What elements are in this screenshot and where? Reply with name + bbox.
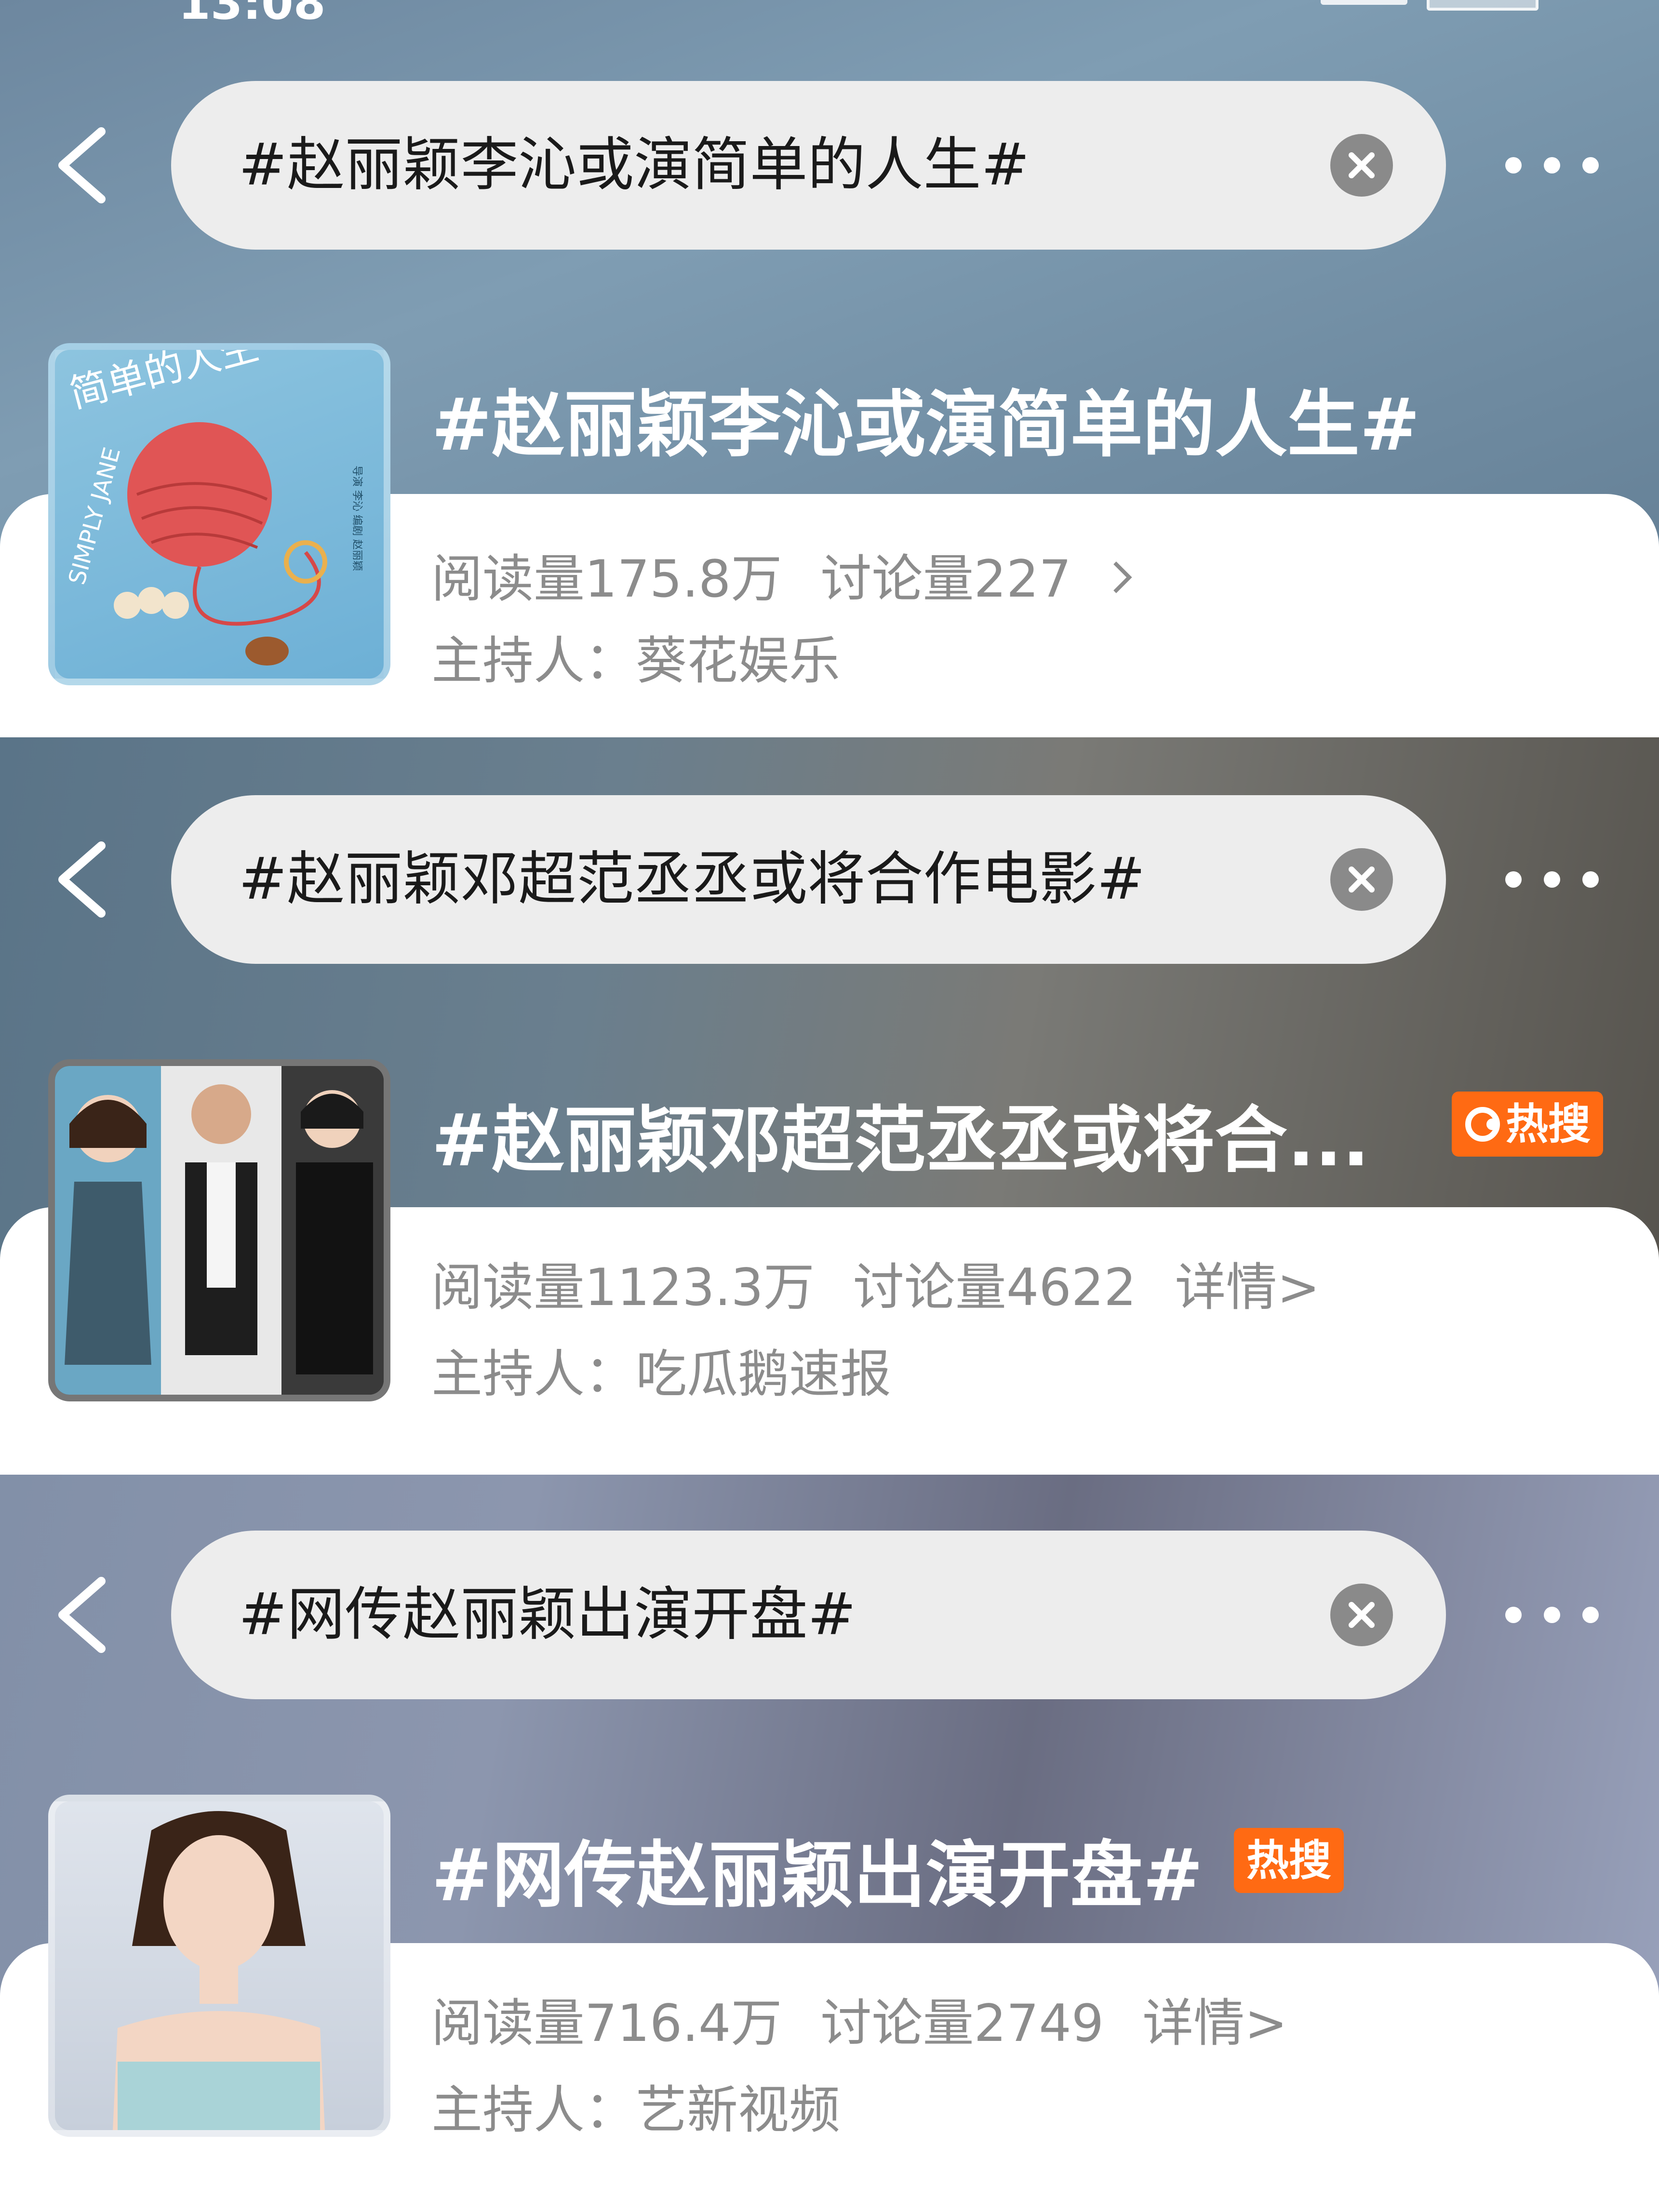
status-bar: 13:08: [0, 0, 1659, 30]
chevron-right-icon[interactable]: [1110, 558, 1134, 597]
discuss-count: 讨论量2749: [820, 1994, 1104, 2053]
detail-link[interactable]: 详情>: [1175, 1258, 1320, 1317]
more-icon[interactable]: [1504, 1605, 1600, 1625]
hot-badge-label: 热搜: [1246, 1836, 1332, 1885]
more-icon[interactable]: [1504, 870, 1600, 889]
topic-host: 主持人：葵花娱乐: [431, 631, 840, 691]
topic-screen-3: #网传赵丽颖出演开盘# #网传赵丽颖出演开盘# 热搜 阅读量716.4万 讨论量2…: [0, 1475, 1659, 2212]
hot-search-badge: 热搜: [1234, 1828, 1344, 1893]
celebrity-photo: [55, 1066, 384, 1395]
search-input[interactable]: #网传赵丽颖出演开盘#: [171, 1531, 1446, 1699]
section-divider: [0, 1463, 1659, 1475]
hot-search-badge: 热搜: [1452, 1092, 1604, 1157]
topic-screen-2: #赵丽颖邓超范丞丞或将合作电影# #赵丽颖邓超范丞丞或将合... 热搜 阅读量1…: [0, 737, 1659, 1475]
read-count: 阅读量175.8万: [431, 549, 782, 609]
celebrity-photo: [113, 1811, 325, 2130]
topic-screen-1: 13:08 #赵丽颖李沁或演简单的人生# #赵丽颖李沁或演简单的人生# 阅读量1…: [0, 0, 1659, 737]
topic-stats: 阅读量1123.3万 讨论量4622 详情>: [431, 1246, 1359, 1320]
topic-host: 主持人：吃瓜鹅速报: [431, 1345, 891, 1404]
clear-icon[interactable]: [1330, 848, 1393, 911]
back-arrow-icon[interactable]: [48, 841, 120, 918]
signal-icon: [1321, 0, 1407, 5]
status-icons: [1321, 0, 1539, 11]
topic-title: #赵丽颖李沁或演简单的人生#: [431, 383, 1420, 467]
clear-icon[interactable]: [1330, 1584, 1393, 1646]
topic-stats: 阅读量175.8万 讨论量227: [431, 537, 1134, 612]
topic-thumbnail[interactable]: [48, 1059, 390, 1401]
topic-title: #赵丽颖邓超范丞丞或将合...: [431, 1099, 1370, 1183]
poster-title: 简单的人生: [65, 350, 263, 416]
search-query: #赵丽颖邓超范丞丞或将合作电影#: [239, 846, 1146, 913]
poster-image: 简单的人生 SIMPLY JANE 导演 李沁 编剧 赵丽颖: [63, 350, 363, 666]
discuss-count: 讨论量4622: [853, 1258, 1137, 1317]
more-icon[interactable]: [1504, 156, 1600, 175]
discuss-count: 讨论量227: [820, 549, 1071, 609]
search-input[interactable]: #赵丽颖邓超范丞丞或将合作电影#: [171, 795, 1446, 964]
hot-search-icon: [1465, 1107, 1500, 1142]
search-query: #赵丽颖李沁或演简单的人生#: [239, 132, 1030, 199]
search-input[interactable]: #赵丽颖李沁或演简单的人生#: [171, 81, 1446, 250]
poster-subtitle: SIMPLY JANE: [63, 444, 126, 587]
topic-thumbnail[interactable]: 简单的人生 SIMPLY JANE 导演 李沁 编剧 赵丽颖: [48, 343, 390, 685]
topic-thumbnail[interactable]: [48, 1795, 390, 2137]
battery-icon: [1427, 0, 1539, 11]
hot-badge-label: 热搜: [1506, 1099, 1591, 1149]
topic-stats: 阅读量716.4万 讨论量2749 详情>: [431, 1982, 1326, 2056]
search-bar-row: #网传赵丽颖出演开盘#: [0, 1531, 1659, 1699]
poster-credits: 导演 李沁 编剧 赵丽颖: [351, 466, 363, 571]
detail-link[interactable]: 详情>: [1142, 1994, 1287, 2053]
read-count: 阅读量1123.3万: [431, 1258, 815, 1317]
status-time: 13:08: [178, 0, 326, 30]
search-query: #网传赵丽颖出演开盘#: [239, 1581, 856, 1648]
search-bar-row: #赵丽颖李沁或演简单的人生#: [0, 81, 1659, 250]
topic-title: #网传赵丽颖出演开盘#: [431, 1834, 1204, 1918]
read-count: 阅读量716.4万: [431, 1994, 782, 2053]
clear-icon[interactable]: [1330, 134, 1393, 197]
search-bar-row: #赵丽颖邓超范丞丞或将合作电影#: [0, 795, 1659, 964]
back-arrow-icon[interactable]: [48, 127, 120, 204]
back-arrow-icon[interactable]: [48, 1576, 120, 1653]
topic-host: 主持人：艺新视频: [431, 2080, 840, 2140]
